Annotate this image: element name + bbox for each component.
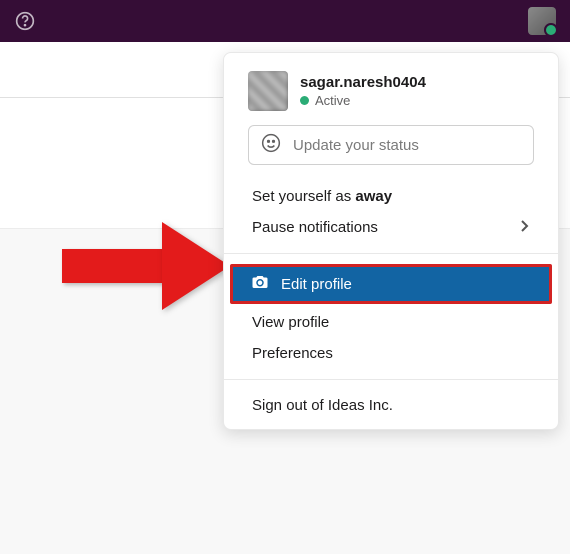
divider bbox=[224, 379, 558, 380]
preferences-label: Preferences bbox=[252, 345, 333, 362]
camera-icon bbox=[251, 273, 269, 295]
user-menu: sagar.naresh0404 Active Update your stat… bbox=[223, 52, 559, 430]
topbar bbox=[0, 0, 570, 42]
menu-pause-notifications[interactable]: Pause notifications bbox=[224, 212, 558, 243]
menu-sign-out[interactable]: Sign out of Ideas Inc. bbox=[224, 390, 558, 421]
menu-view-profile[interactable]: View profile bbox=[224, 307, 558, 338]
user-avatar bbox=[248, 71, 288, 111]
status-placeholder: Update your status bbox=[293, 137, 419, 154]
presence-dot-icon bbox=[300, 96, 309, 105]
callout-arrow bbox=[62, 222, 240, 308]
divider bbox=[224, 253, 558, 254]
pause-notifications-label: Pause notifications bbox=[252, 219, 378, 236]
menu-preferences[interactable]: Preferences bbox=[224, 338, 558, 369]
presence-label: Active bbox=[315, 93, 350, 108]
menu-edit-profile[interactable]: Edit profile bbox=[230, 264, 552, 304]
profile-header: sagar.naresh0404 Active bbox=[224, 71, 558, 125]
help-icon[interactable] bbox=[14, 10, 36, 32]
smiley-icon bbox=[261, 133, 281, 158]
status-input[interactable]: Update your status bbox=[248, 125, 534, 165]
sign-out-label: Sign out of Ideas Inc. bbox=[252, 397, 393, 414]
presence: Active bbox=[300, 93, 426, 108]
user-avatar-small[interactable] bbox=[528, 7, 556, 35]
chevron-right-icon bbox=[520, 219, 530, 236]
edit-profile-label: Edit profile bbox=[281, 276, 352, 293]
view-profile-label: View profile bbox=[252, 314, 329, 331]
username: sagar.naresh0404 bbox=[300, 74, 426, 91]
set-away-bold: away bbox=[355, 188, 392, 205]
menu-set-away[interactable]: Set yourself as away bbox=[224, 181, 558, 212]
set-away-prefix: Set yourself as bbox=[252, 188, 355, 205]
